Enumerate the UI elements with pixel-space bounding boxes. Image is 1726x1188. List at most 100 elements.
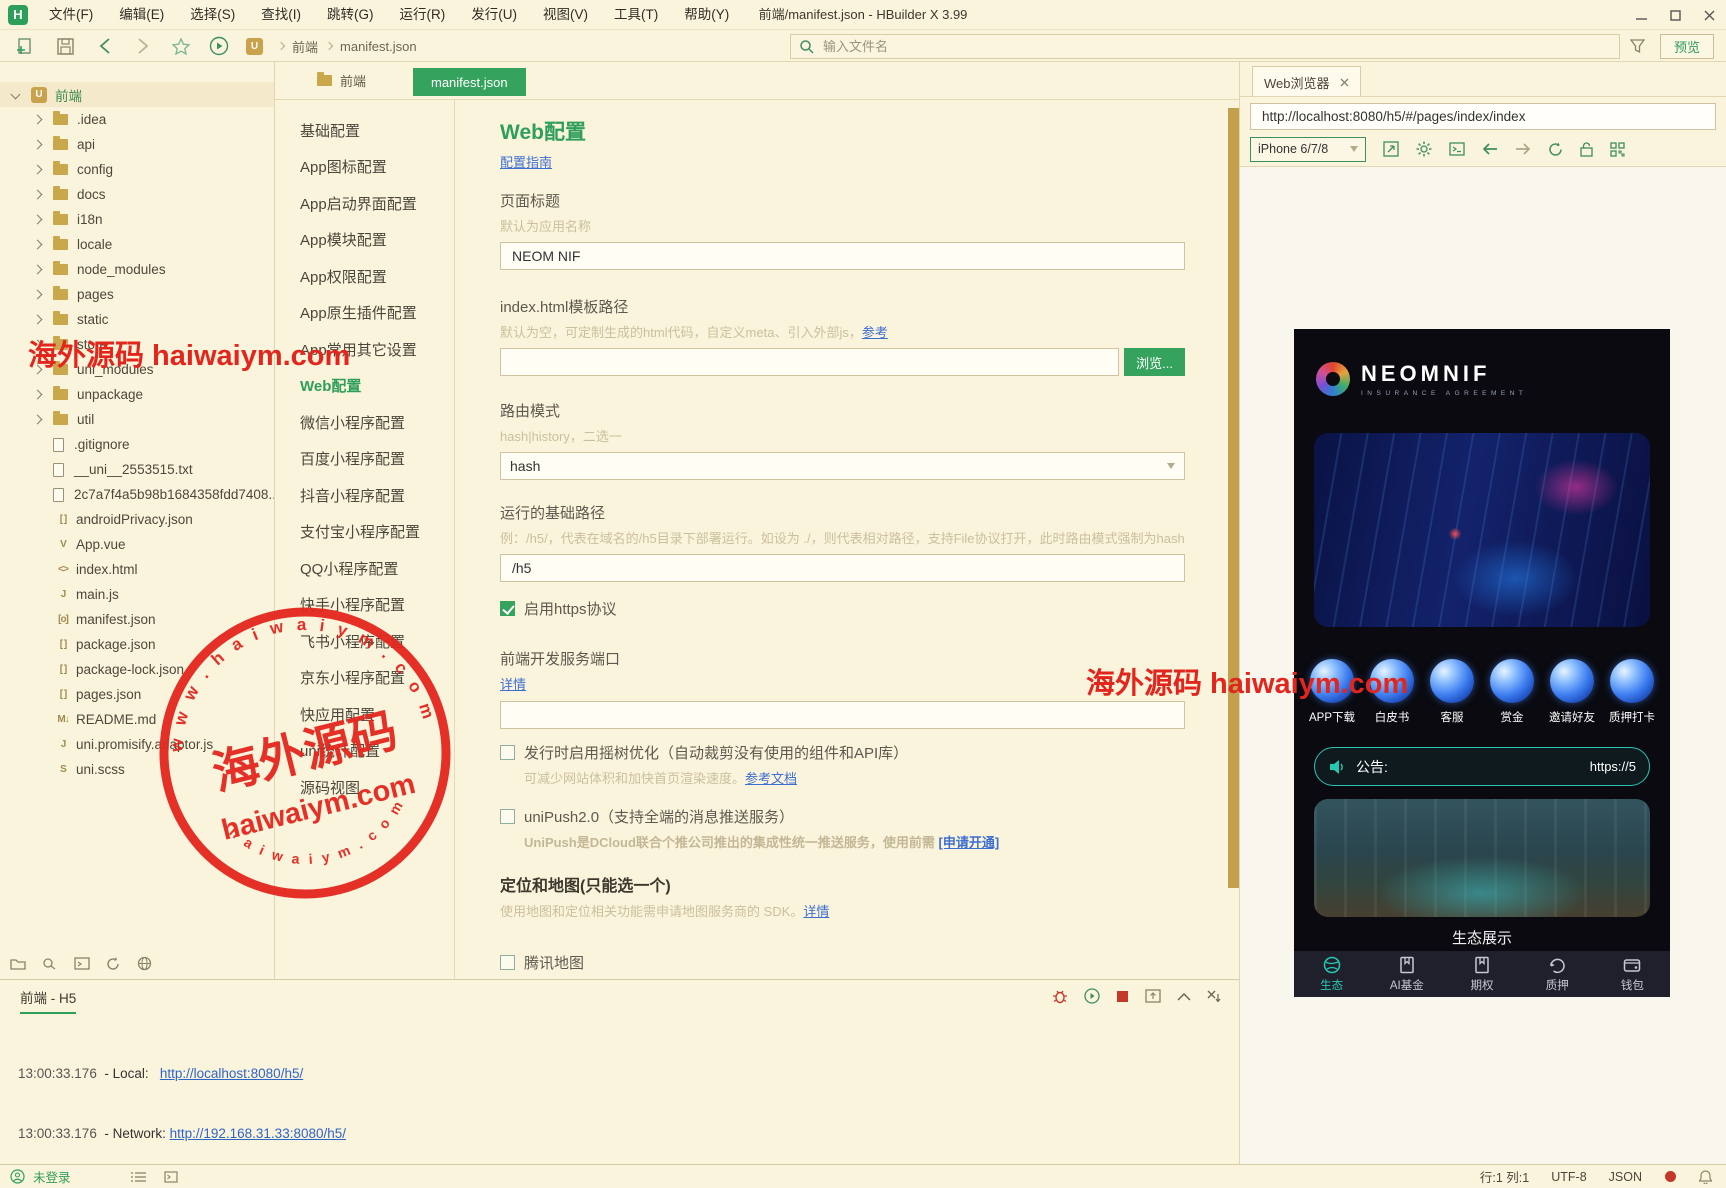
maximize-button[interactable]: [1658, 0, 1692, 30]
quick-stake-checkin[interactable]: 质押打卡: [1604, 659, 1660, 725]
close-icon[interactable]: [1340, 78, 1349, 87]
template-path-input[interactable]: [510, 353, 1110, 371]
open-external-icon[interactable]: [1383, 141, 1399, 157]
page-title-input[interactable]: [510, 247, 1175, 265]
filter-icon[interactable]: [1624, 34, 1650, 58]
quick-support[interactable]: 客服: [1424, 659, 1480, 725]
nav-alipay-mp-config[interactable]: 支付宝小程序配置: [275, 514, 454, 551]
tree-file[interactable]: [ ] androidPrivacy.json: [0, 507, 274, 532]
apptab-stake[interactable]: 质押: [1520, 951, 1595, 997]
nav-app-icon-config[interactable]: App图标配置: [275, 149, 454, 186]
menu-publish[interactable]: 发行(U): [458, 0, 530, 30]
notification-dot-icon[interactable]: [1664, 1170, 1677, 1183]
apptab-ai-fund[interactable]: AI基金: [1369, 951, 1444, 997]
nav-app-launch-config[interactable]: App启动界面配置: [275, 185, 454, 222]
terminal-icon[interactable]: [163, 1170, 178, 1183]
quick-invite[interactable]: 邀请好友: [1544, 659, 1600, 725]
forward-button[interactable]: [130, 34, 156, 58]
tree-root-project[interactable]: U 前端: [0, 82, 274, 107]
device-select[interactable]: iPhone 6/7/8: [1250, 136, 1366, 162]
apptab-wallet[interactable]: 钱包: [1595, 951, 1670, 997]
debug-bug-icon[interactable]: [1052, 988, 1068, 1004]
breadcrumb-file[interactable]: manifest.json: [340, 39, 417, 54]
close-button[interactable]: [1692, 0, 1726, 30]
tree-file[interactable]: __uni__2553515.txt: [0, 457, 274, 482]
tree-folder[interactable]: util: [0, 407, 274, 432]
menu-find[interactable]: 查找(I): [248, 0, 314, 30]
url-bar[interactable]: [1250, 103, 1716, 130]
search-icon[interactable]: [42, 957, 58, 970]
refresh-icon[interactable]: [1548, 142, 1563, 157]
menu-edit[interactable]: 编辑(E): [106, 0, 177, 30]
encoding-indicator[interactable]: UTF-8: [1551, 1170, 1586, 1184]
treeshake-checkbox[interactable]: [500, 745, 515, 760]
tree-file[interactable]: V App.vue: [0, 532, 274, 557]
config-guide-link[interactable]: 配置指南: [500, 155, 552, 170]
tab-web-browser[interactable]: Web浏览器: [1252, 66, 1361, 97]
tree-file[interactable]: .gitignore: [0, 432, 274, 457]
nav-quickapp-config[interactable]: 快应用配置: [275, 696, 454, 733]
outline-list-icon[interactable]: [130, 1171, 146, 1183]
menu-select[interactable]: 选择(S): [177, 0, 248, 30]
menu-tools[interactable]: 工具(T): [601, 0, 671, 30]
https-checkbox[interactable]: [500, 601, 515, 616]
cursor-position[interactable]: 行:1 列:1: [1480, 1167, 1529, 1186]
nav-douyin-mp-config[interactable]: 抖音小程序配置: [275, 477, 454, 514]
save-button[interactable]: [52, 34, 78, 58]
collapse-panel-icon[interactable]: [1177, 992, 1191, 1001]
nav-jd-mp-config[interactable]: 京东小程序配置: [275, 660, 454, 697]
router-mode-select[interactable]: hash: [500, 452, 1185, 480]
minimize-button[interactable]: [1624, 0, 1658, 30]
tree-file[interactable]: Jmain.js: [0, 582, 274, 607]
tree-folder[interactable]: node_modules: [0, 257, 274, 282]
nav-source-view[interactable]: 源码视图: [275, 769, 454, 806]
template-reference-link[interactable]: 参考: [862, 325, 888, 340]
quick-whitepaper[interactable]: 白皮书: [1364, 659, 1420, 725]
map-detail-link[interactable]: 详情: [803, 904, 829, 919]
nav-kuaishou-mp-config[interactable]: 快手小程序配置: [275, 587, 454, 624]
tree-folder[interactable]: .idea: [0, 107, 274, 132]
tree-file[interactable]: [ ] package.json: [0, 632, 274, 657]
file-search-input[interactable]: [821, 38, 1611, 55]
apptab-options[interactable]: 期权: [1444, 951, 1519, 997]
nav-baidu-mp-config[interactable]: 百度小程序配置: [275, 441, 454, 478]
lock-icon[interactable]: [1580, 141, 1593, 157]
tree-file[interactable]: Suni.scss: [0, 757, 274, 782]
tree-folder[interactable]: unpackage: [0, 382, 274, 407]
tab-manifest-json[interactable]: manifest.json: [413, 68, 526, 96]
tree-file[interactable]: [ ] pages.json: [0, 682, 274, 707]
hero-banner-image[interactable]: [1314, 433, 1650, 627]
console-icon[interactable]: [74, 957, 90, 970]
nav-app-permission-config[interactable]: App权限配置: [275, 258, 454, 295]
ecology-photo[interactable]: [1314, 799, 1650, 917]
folder-icon[interactable]: [10, 957, 26, 970]
menu-run[interactable]: 运行(R): [387, 0, 459, 30]
tree-file[interactable]: [ ] package-lock.json: [0, 657, 274, 682]
base-path-input[interactable]: [510, 559, 1175, 577]
nav-app-module-config[interactable]: App模块配置: [275, 222, 454, 259]
tree-file-manifest[interactable]: [o] manifest.json: [0, 607, 274, 632]
gear-icon[interactable]: [1416, 141, 1432, 157]
tree-folder[interactable]: store: [0, 332, 274, 357]
tree-folder[interactable]: docs: [0, 182, 274, 207]
local-url-link[interactable]: http://localhost:8080/h5/: [160, 1066, 303, 1081]
tree-file[interactable]: M↓ README.md: [0, 707, 274, 732]
dev-port-detail-link[interactable]: 详情: [500, 677, 526, 692]
tree-folder[interactable]: i18n: [0, 207, 274, 232]
back-button[interactable]: [92, 34, 118, 58]
login-status[interactable]: 未登录: [33, 1167, 71, 1186]
notice-bar[interactable]: 公告: https://5: [1314, 747, 1650, 786]
menu-file[interactable]: 文件(F): [36, 0, 106, 30]
run-icon[interactable]: [1084, 988, 1100, 1004]
tree-folder[interactable]: uni_modules: [0, 357, 274, 382]
file-search-box[interactable]: [790, 34, 1620, 59]
tencent-map-checkbox[interactable]: [500, 955, 515, 970]
tree-folder[interactable]: config: [0, 157, 274, 182]
dev-port-input[interactable]: [510, 706, 1175, 724]
console-icon[interactable]: [1449, 142, 1465, 156]
refresh-icon[interactable]: [106, 956, 121, 971]
qr-code-icon[interactable]: [1610, 141, 1625, 157]
stop-icon[interactable]: [1116, 990, 1129, 1003]
globe-icon[interactable]: [137, 956, 152, 971]
nav-basic-config[interactable]: 基础配置: [275, 112, 454, 149]
